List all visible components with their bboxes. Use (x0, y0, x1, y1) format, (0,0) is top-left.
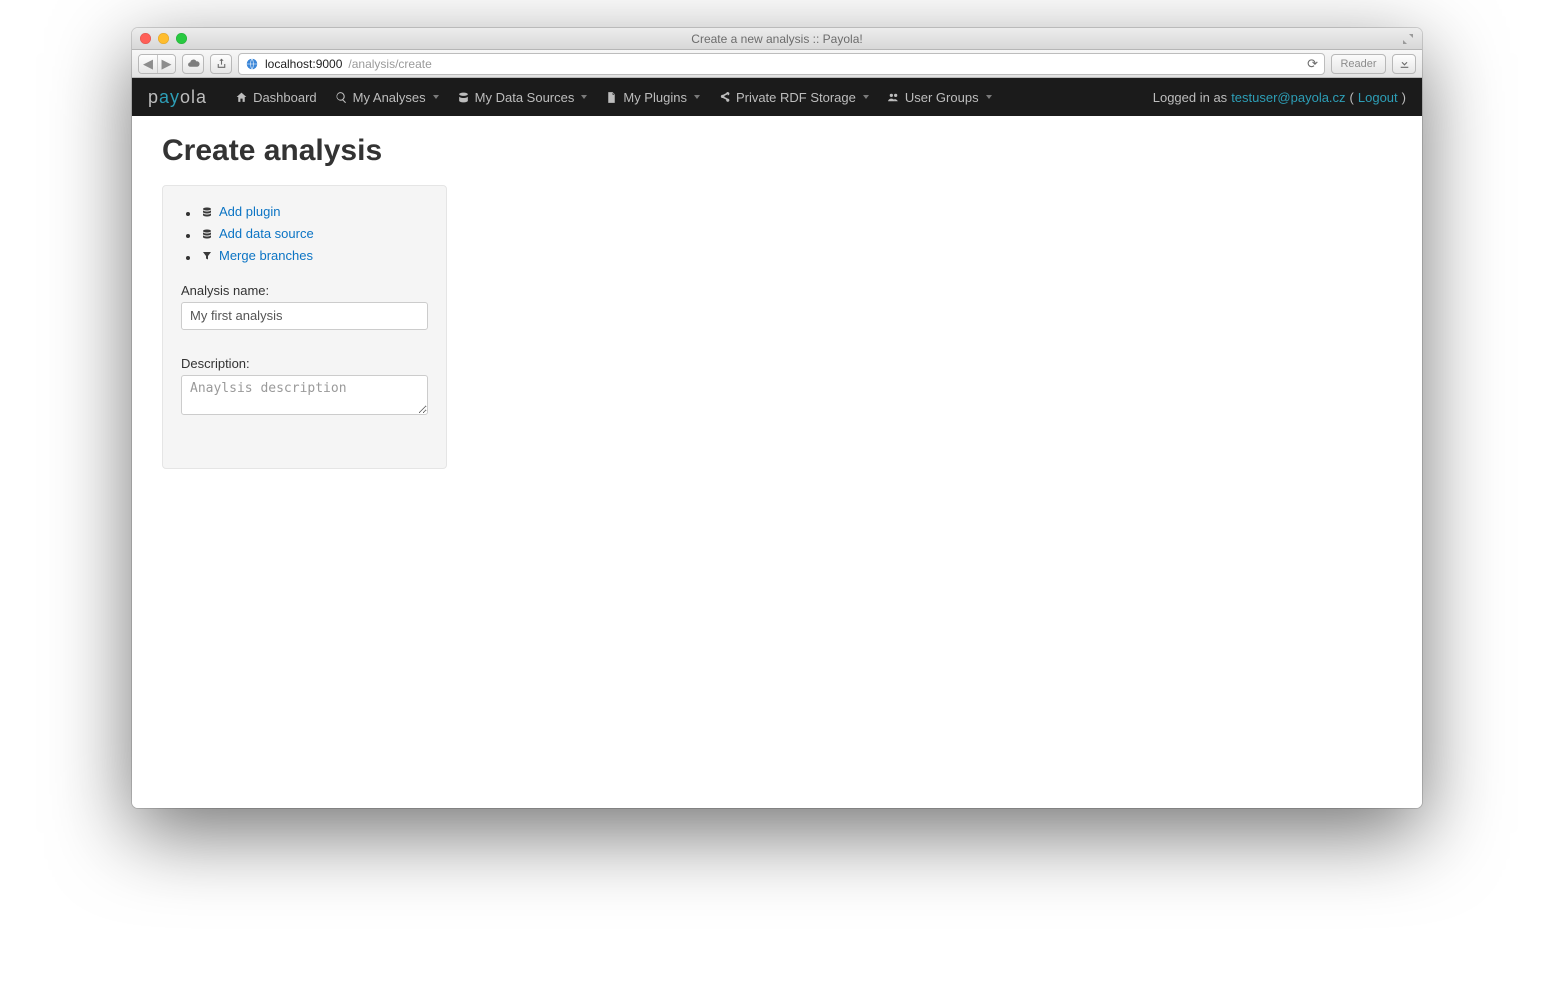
app-navbar: payola Dashboard My Analyses My Data Sou… (132, 78, 1422, 116)
zoom-window-button[interactable] (176, 33, 187, 44)
list-item: Add plugin (201, 202, 428, 224)
browser-window: Create a new analysis :: Payola! ◀ ▶ loc… (132, 28, 1422, 808)
database-icon (201, 228, 213, 240)
nav-private-rdf-storage[interactable]: Private RDF Storage (718, 90, 869, 105)
create-analysis-panel: Add plugin Add data source Merge branche… (162, 185, 447, 469)
list-item: Merge branches (201, 246, 428, 268)
logout-link[interactable]: Logout (1358, 90, 1398, 105)
brand-logo[interactable]: payola (148, 87, 207, 108)
page-title: Create analysis (162, 134, 1392, 167)
merge-branches-link[interactable]: Merge branches (201, 246, 313, 266)
download-icon (1398, 57, 1411, 70)
window-titlebar: Create a new analysis :: Payola! (132, 28, 1422, 50)
nav-label: Private RDF Storage (736, 90, 856, 105)
logged-in-prefix: Logged in as (1153, 90, 1227, 105)
chevron-down-icon (863, 95, 869, 99)
nav-label: Dashboard (253, 90, 317, 105)
globe-icon (245, 57, 259, 71)
list-item: Add data source (201, 224, 428, 246)
database-icon (457, 91, 470, 104)
reader-button[interactable]: Reader (1331, 54, 1386, 74)
home-icon (235, 91, 248, 104)
page-body: Create analysis Add plugin Add data sour… (132, 116, 1422, 487)
nav-label: My Data Sources (475, 90, 575, 105)
add-plugin-link[interactable]: Add plugin (201, 202, 280, 222)
analysis-name-label: Analysis name: (181, 283, 428, 298)
icloud-button[interactable] (182, 54, 204, 74)
page-viewport: payola Dashboard My Analyses My Data Sou… (132, 78, 1422, 808)
database-icon (201, 206, 213, 218)
action-label: Add plugin (219, 202, 280, 222)
brand-part: ay (159, 87, 180, 107)
window-title: Create a new analysis :: Payola! (132, 32, 1422, 46)
back-button[interactable]: ◀ (139, 55, 157, 73)
brand-part: ola (180, 87, 207, 107)
address-bar[interactable]: localhost:9000/analysis/create ⟳ (238, 53, 1325, 75)
paren: ) (1402, 90, 1406, 105)
chevron-down-icon (694, 95, 700, 99)
nav-back-forward: ◀ ▶ (138, 54, 176, 74)
file-icon (605, 91, 618, 104)
share-icon (215, 57, 228, 70)
downloads-button[interactable] (1392, 54, 1416, 74)
nav-dashboard[interactable]: Dashboard (235, 90, 317, 105)
minimize-window-button[interactable] (158, 33, 169, 44)
nav-user-groups[interactable]: User Groups (887, 90, 992, 105)
fullscreen-icon[interactable] (1402, 33, 1414, 45)
url-host: localhost:9000 (265, 57, 342, 71)
brand-part: p (148, 87, 159, 107)
analysis-name-input[interactable] (181, 302, 428, 330)
filter-icon (201, 250, 213, 262)
action-label: Add data source (219, 224, 314, 244)
close-window-button[interactable] (140, 33, 151, 44)
nav-label: User Groups (905, 90, 979, 105)
forward-button[interactable]: ▶ (157, 55, 175, 73)
url-path: /analysis/create (348, 57, 431, 71)
chevron-down-icon (986, 95, 992, 99)
nav-label: My Plugins (623, 90, 687, 105)
search-icon (335, 91, 348, 104)
share-button[interactable] (210, 54, 232, 74)
traffic-lights (140, 33, 187, 44)
reload-button[interactable]: ⟳ (1307, 56, 1318, 72)
users-icon (887, 91, 900, 104)
nav-my-plugins[interactable]: My Plugins (605, 90, 700, 105)
paren: ( (1350, 90, 1354, 105)
chevron-down-icon (433, 95, 439, 99)
cloud-icon (187, 57, 200, 70)
add-data-source-link[interactable]: Add data source (201, 224, 314, 244)
action-label: Merge branches (219, 246, 313, 266)
user-email-link[interactable]: testuser@payola.cz (1231, 90, 1345, 105)
nav-label: My Analyses (353, 90, 426, 105)
action-list: Add plugin Add data source Merge branche… (181, 202, 428, 269)
nav-my-analyses[interactable]: My Analyses (335, 90, 439, 105)
description-textarea[interactable] (181, 375, 428, 415)
description-label: Description: (181, 356, 428, 371)
browser-toolbar: ◀ ▶ localhost:9000/analysis/create ⟳ Rea… (132, 50, 1422, 78)
chevron-down-icon (581, 95, 587, 99)
share-icon (718, 91, 731, 104)
nav-user-info: Logged in as testuser@payola.cz ( Logout) (1153, 90, 1406, 105)
nav-my-data-sources[interactable]: My Data Sources (457, 90, 588, 105)
